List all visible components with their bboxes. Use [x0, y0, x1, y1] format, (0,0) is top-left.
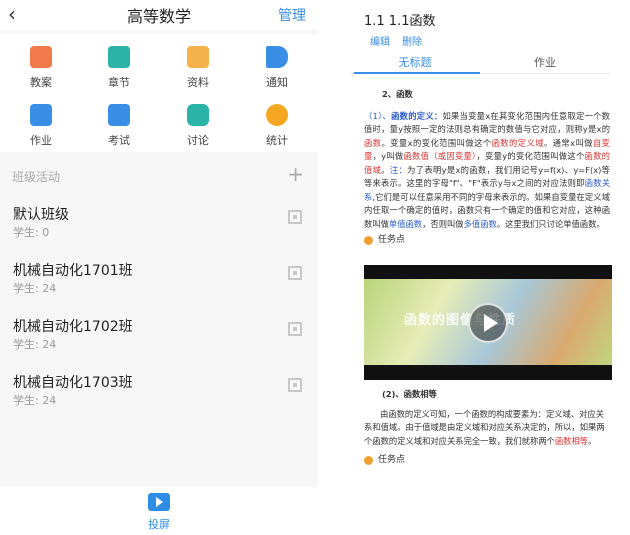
- tab-untitled[interactable]: 无标题: [350, 54, 480, 70]
- text-run: 。通常x叫做: [543, 137, 593, 148]
- active-tab-indicator: [354, 72, 480, 74]
- grid-item-label: 讨论: [187, 134, 209, 147]
- lesson-body: 2、函数 （1）、函数的定义：如果当变量x在其变化范围内任意取定一个数值时，量y…: [364, 88, 610, 251]
- grid-item-label: 作业: [30, 134, 52, 147]
- term-function-value: 函数值（或因变量）: [403, 151, 477, 161]
- class-activity-header: 班级活动 +: [0, 160, 318, 190]
- term-definition: 函数的定义：: [391, 110, 443, 121]
- student-count: 学生: 24: [13, 338, 57, 351]
- section-heading: 2、函数: [382, 89, 413, 99]
- text-run: ，否则叫做: [422, 218, 464, 229]
- grid-item-lesson-plan[interactable]: 教案: [11, 46, 71, 90]
- grid-item-chapters[interactable]: 章节: [89, 46, 149, 90]
- class-name: 机械自动化1701班: [13, 263, 133, 279]
- screenshot-root: ‹ 高等数学 管理 教案 章节 资料 通知 作业 考试 讨论 统计 班级活动 +…: [0, 0, 630, 535]
- task-point-label: 任务点: [378, 235, 406, 245]
- section-heading: (2)、函数相等: [382, 389, 437, 399]
- grid-item-label: 通知: [266, 76, 288, 89]
- list-icon: [108, 46, 130, 68]
- lesson-content-screen: 1.1 1.1函数 编辑 删除 无标题 作业 2、函数 （1）、函数的定义：如果…: [350, 0, 630, 535]
- definition-paragraph: （1）、函数的定义：如果当变量x在其变化范围内任意取定一个数值时，量y按照一定的…: [364, 110, 610, 232]
- qr-code-icon[interactable]: [288, 322, 302, 336]
- exam-icon: [108, 104, 130, 126]
- class-row[interactable]: 机械自动化1701班 学生: 24: [0, 256, 318, 308]
- grid-item-label: 考试: [108, 134, 130, 147]
- task-point[interactable]: 任务点: [364, 454, 610, 468]
- pie-chart-icon: [266, 104, 288, 126]
- section-title: 班级活动: [12, 170, 61, 184]
- text-run: ，y叫做: [372, 151, 404, 161]
- folder-icon: [187, 46, 209, 68]
- top-bar: ‹ 高等数学 管理: [0, 0, 318, 30]
- grid-item-exams[interactable]: 考试: [89, 104, 149, 148]
- screen-cast-label: 投屏: [148, 518, 170, 531]
- grid-item-homework[interactable]: 作业: [11, 104, 71, 148]
- course-title: 高等数学: [126, 7, 191, 26]
- student-count: 学生: 0: [13, 226, 50, 239]
- student-count: 学生: 24: [13, 282, 57, 295]
- chat-icon: [187, 104, 209, 126]
- note-label: 注：: [389, 164, 408, 175]
- grid-item-label: 教案: [30, 76, 52, 89]
- ppt-icon: [30, 46, 52, 68]
- grid-item-materials[interactable]: 资料: [168, 46, 228, 90]
- grid-item-label: 章节: [108, 76, 130, 89]
- text-run: 。变量x的变化范围叫做这个: [381, 137, 492, 148]
- speaker-icon: [266, 46, 288, 68]
- text-run: 。: [381, 164, 390, 175]
- text-run: 。这里我们只讨论单值函数。: [496, 218, 605, 229]
- task-point-label: 任务点: [378, 455, 406, 465]
- grid-item-label: 统计: [266, 134, 288, 147]
- term-equal-functions: 函数相等: [554, 435, 589, 446]
- add-icon[interactable]: +: [287, 162, 304, 186]
- class-name: 默认班级: [13, 207, 69, 223]
- class-row[interactable]: 机械自动化1702班 学生: 24: [0, 312, 318, 364]
- grid-item-label: 资料: [187, 76, 209, 89]
- term-multi-valued: 多值函数: [463, 218, 497, 229]
- play-icon[interactable]: [468, 303, 508, 343]
- projector-icon: [148, 493, 170, 511]
- qr-code-icon[interactable]: [288, 378, 302, 392]
- grid-item-statistics[interactable]: 统计: [247, 104, 307, 148]
- qr-code-icon[interactable]: [288, 266, 302, 280]
- edit-link[interactable]: 编辑: [370, 33, 390, 48]
- term-domain: 函数的定义域: [491, 137, 544, 148]
- term-single-valued: 单值函数: [388, 218, 423, 229]
- equality-paragraph: 由函数的定义可知，一个函数的构成要素为：定义域、对应关系和值域。由于值域是由定义…: [364, 408, 610, 449]
- paragraph-number: （1）、: [364, 110, 392, 121]
- delete-link[interactable]: 删除: [402, 33, 422, 48]
- grid-item-discussion[interactable]: 讨论: [168, 104, 228, 148]
- class-row[interactable]: 机械自动化1703班 学生: 24: [0, 368, 318, 420]
- task-point[interactable]: 任务点: [364, 234, 610, 248]
- content-tabs: 无标题 作业: [350, 50, 610, 74]
- course-home-screen: ‹ 高等数学 管理 教案 章节 资料 通知 作业 考试 讨论 统计 班级活动 +…: [0, 0, 318, 535]
- tab-homework[interactable]: 作业: [480, 54, 610, 70]
- homework-icon: [30, 104, 52, 126]
- class-name: 机械自动化1703班: [13, 375, 133, 391]
- class-row[interactable]: 默认班级 学生: 0: [0, 200, 318, 252]
- class-name: 机械自动化1702班: [13, 319, 133, 335]
- feature-grid: 教案 章节 资料 通知 作业 考试 讨论 统计: [0, 34, 318, 152]
- lesson-title: 1.1 1.1函数: [364, 14, 436, 29]
- manage-button[interactable]: 管理: [278, 5, 306, 25]
- term-function: 函数: [364, 137, 382, 148]
- text-run: ，变量y的变化范围叫做这个: [476, 151, 585, 161]
- video-player[interactable]: 函数的图像与性质: [364, 265, 612, 380]
- qr-code-icon[interactable]: [288, 210, 302, 224]
- screen-cast-button[interactable]: 投屏: [0, 487, 318, 535]
- task-point-icon: [364, 456, 373, 466]
- lesson-body-continued: (2)、函数相等 由函数的定义可知，一个函数的构成要素为：定义域、对应关系和值域…: [364, 388, 610, 471]
- text-run: 。: [588, 435, 597, 446]
- student-count: 学生: 24: [13, 394, 57, 407]
- task-point-icon: [364, 236, 373, 246]
- grid-item-notices[interactable]: 通知: [247, 46, 307, 90]
